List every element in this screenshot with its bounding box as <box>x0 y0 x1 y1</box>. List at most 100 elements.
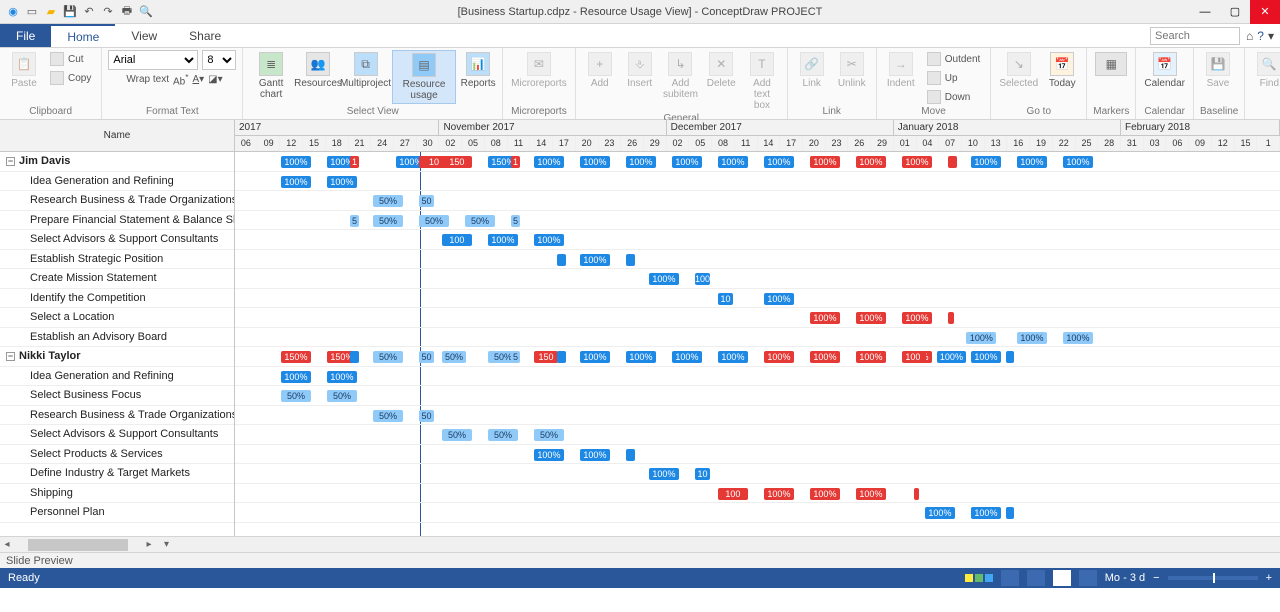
day-header[interactable]: 14 <box>758 136 781 151</box>
usage-bar[interactable]: 100% <box>580 156 610 168</box>
usage-bar[interactable]: 50% <box>281 390 311 402</box>
day-header[interactable]: 29 <box>871 136 894 151</box>
usage-bar[interactable] <box>557 351 566 363</box>
usage-bar[interactable]: 100 <box>695 273 710 285</box>
day-header[interactable]: 08 <box>485 136 508 151</box>
day-header[interactable]: 11 <box>508 136 531 151</box>
usage-bar[interactable]: 100% <box>902 312 932 324</box>
fillcolor-icon[interactable]: ◪▾ <box>208 74 222 85</box>
qat-new-icon[interactable]: ▭ <box>25 5 39 19</box>
format-ab-icon[interactable]: Ab* <box>173 72 188 87</box>
tab-home[interactable]: Home <box>51 24 115 47</box>
usage-bar[interactable]: 100% <box>718 156 748 168</box>
day-header[interactable]: 28 <box>1098 136 1121 151</box>
qat-undo-icon[interactable]: ↶ <box>82 5 96 19</box>
usage-bar[interactable] <box>948 312 954 324</box>
usage-bar[interactable]: 100% <box>626 156 656 168</box>
usage-bar[interactable] <box>626 449 635 461</box>
usage-bar[interactable]: 50% <box>534 429 564 441</box>
day-header[interactable]: 15 <box>303 136 326 151</box>
usage-bar[interactable]: 100% <box>902 351 932 363</box>
add-button[interactable]: +Add <box>582 50 618 91</box>
task-row[interactable]: Research Business & Trade Organizations <box>0 406 234 426</box>
usage-bar[interactable]: 100% <box>649 273 679 285</box>
day-header[interactable]: 12 <box>1212 136 1235 151</box>
day-header[interactable]: 21 <box>349 136 372 151</box>
usage-bar[interactable]: 5 <box>350 215 359 227</box>
usage-bar[interactable]: 100% <box>1017 156 1047 168</box>
day-header[interactable]: 26 <box>621 136 644 151</box>
horizontal-scrollbar[interactable]: ◂ ▸ ▾ <box>0 536 1280 552</box>
outdent-button[interactable]: Outdent <box>923 50 985 68</box>
usage-bar[interactable]: 100% <box>937 351 967 363</box>
day-header[interactable]: 26 <box>848 136 871 151</box>
day-header[interactable]: 08 <box>712 136 735 151</box>
usage-bar[interactable] <box>557 254 566 266</box>
usage-bar[interactable] <box>948 156 957 168</box>
reports-button[interactable]: 📊Reports <box>460 50 496 91</box>
usage-bar[interactable]: 150 <box>442 156 472 168</box>
usage-bar[interactable]: 100% <box>281 176 311 188</box>
usage-bar[interactable]: 100 <box>442 234 472 246</box>
day-header[interactable]: 24 <box>371 136 394 151</box>
usage-bar[interactable]: 100% <box>966 332 996 344</box>
usage-bar[interactable]: 100% <box>534 234 564 246</box>
day-header[interactable]: 06 <box>235 136 258 151</box>
usage-bar[interactable]: 1 <box>350 156 359 168</box>
cut-button[interactable]: Cut <box>46 50 95 68</box>
day-header[interactable]: 09 <box>258 136 281 151</box>
usage-bar[interactable] <box>914 488 920 500</box>
gantt-chart-button[interactable]: ≣Gantt chart <box>249 50 293 102</box>
usage-bar[interactable]: 100% <box>810 488 840 500</box>
usage-bar[interactable]: 100% <box>1017 332 1047 344</box>
calendar-button[interactable]: 📅Calendar <box>1142 50 1187 91</box>
day-header[interactable]: 22 <box>1053 136 1076 151</box>
day-header[interactable]: 15 <box>1235 136 1258 151</box>
day-header[interactable]: 18 <box>326 136 349 151</box>
usage-bar[interactable]: 100% <box>534 156 564 168</box>
day-header[interactable]: 04 <box>917 136 940 151</box>
down-button[interactable]: Down <box>923 88 985 106</box>
usage-bar[interactable]: 100% <box>649 468 679 480</box>
usage-bar[interactable] <box>1006 507 1015 519</box>
usage-bar[interactable]: 50 <box>419 410 434 422</box>
usage-bar[interactable]: 100% <box>856 312 886 324</box>
zoom-slider[interactable] <box>1168 576 1258 580</box>
day-header[interactable]: 07 <box>939 136 962 151</box>
task-row[interactable]: Idea Generation and Refining <box>0 172 234 192</box>
view-resources-icon[interactable] <box>1027 570 1045 586</box>
task-row[interactable]: Select Business Focus <box>0 386 234 406</box>
help-icon[interactable]: ? <box>1257 29 1264 43</box>
usage-bar[interactable]: 50% <box>373 215 403 227</box>
usage-bar[interactable]: 100% <box>971 351 1001 363</box>
maximize-button[interactable]: ▢ <box>1220 0 1250 24</box>
copy-button[interactable]: Copy <box>46 69 95 87</box>
usage-bar[interactable]: 100% <box>580 351 610 363</box>
day-header[interactable]: 05 <box>462 136 485 151</box>
month-header[interactable]: February 2018 <box>1121 120 1280 135</box>
task-row[interactable]: Select Products & Services <box>0 445 234 465</box>
usage-bar[interactable]: 100% <box>856 156 886 168</box>
usage-bar[interactable]: 100% <box>902 156 932 168</box>
usage-bar[interactable]: 100% <box>810 351 840 363</box>
scroll-right-icon[interactable]: ▸ <box>142 539 156 550</box>
day-header[interactable]: 02 <box>439 136 462 151</box>
usage-bar[interactable]: 100% <box>672 351 702 363</box>
usage-bar[interactable]: 50% <box>373 351 403 363</box>
minimize-button[interactable]: — <box>1190 0 1220 24</box>
markers-button[interactable]: ▦ <box>1093 50 1129 80</box>
usage-bar[interactable]: 10 <box>695 468 710 480</box>
usage-bar[interactable]: 100% <box>488 234 518 246</box>
usage-bar[interactable]: 100% <box>626 351 656 363</box>
qat-print-icon[interactable]: 🖶 <box>120 5 134 19</box>
usage-bar[interactable]: 100% <box>718 351 748 363</box>
qat-dot-icon[interactable]: ◉ <box>6 5 20 19</box>
usage-bar[interactable] <box>626 254 635 266</box>
day-header[interactable]: 02 <box>667 136 690 151</box>
usage-bar[interactable]: 100% <box>580 449 610 461</box>
usage-bar[interactable]: 50% <box>327 390 357 402</box>
day-header[interactable]: 12 <box>280 136 303 151</box>
task-row[interactable]: Shipping <box>0 484 234 504</box>
day-header[interactable]: 25 <box>1076 136 1099 151</box>
task-row[interactable]: Idea Generation and Refining <box>0 367 234 387</box>
